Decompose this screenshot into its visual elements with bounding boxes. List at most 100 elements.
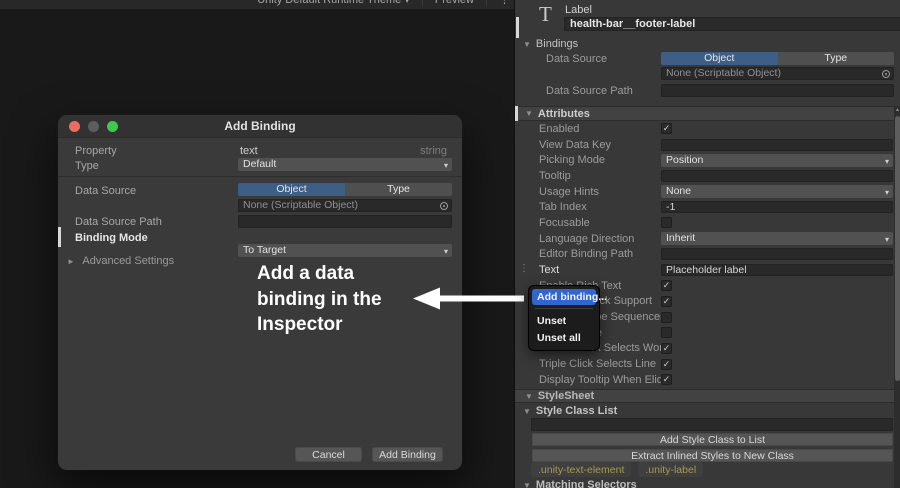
binding-mode-label: Binding Mode	[75, 232, 148, 244]
data-source-object-field[interactable]: None (Scriptable Object)	[238, 199, 452, 212]
add-binding-button[interactable]: Add Binding	[372, 447, 443, 462]
chevron-down-icon: ▾	[443, 161, 448, 170]
toolbar-divider	[421, 0, 423, 6]
drag-handle-icon[interactable]: ⋮	[519, 263, 529, 274]
unity-ui-builder-screen: Unity Default Runtime Theme ▾ Preview ⋮ …	[0, 0, 900, 488]
attr-label: View Data Key	[539, 138, 611, 151]
text-input[interactable]: Placeholder label	[661, 264, 893, 277]
class-pill[interactable]: .unity-label	[638, 462, 704, 477]
element-name-input[interactable]: health-bar__footer-label	[564, 17, 900, 31]
toolbar-divider	[486, 0, 487, 6]
override-bar	[515, 106, 518, 121]
attr-row-enabled: Enabled ✓	[515, 121, 895, 137]
object-tab[interactable]: Object	[661, 52, 778, 65]
type-tab[interactable]: Type	[345, 183, 452, 196]
scroll-up-icon[interactable]: ▲	[894, 107, 900, 113]
is-selectable-checkbox[interactable]	[661, 327, 672, 339]
attr-label: Text	[539, 264, 560, 277]
add-style-class-button[interactable]: Add Style Class to List	[532, 433, 893, 446]
object-field-value: None (Scriptable Object)	[243, 199, 358, 211]
divider	[58, 176, 462, 177]
attr-row-tab-index: Tab Index -1	[515, 199, 895, 215]
override-bar	[58, 227, 61, 247]
attributes-section-header[interactable]: ▼ Attributes	[515, 106, 900, 121]
scrollbar-thumb[interactable]	[895, 116, 900, 381]
annotation-line: Inspector	[257, 314, 343, 335]
class-pill[interactable]: .unity-text-element	[531, 462, 632, 477]
display-tooltip-checkbox[interactable]: ✓	[661, 374, 672, 386]
advanced-settings-foldout[interactable]: ► Advanced Settings	[67, 255, 174, 267]
menu-item-unset[interactable]: Unset	[529, 312, 599, 329]
menu-divider	[535, 308, 593, 309]
style-class-input[interactable]	[531, 418, 893, 431]
dropdown-value: None	[666, 185, 692, 198]
data-source-object-field[interactable]: None (Scriptable Object)	[661, 67, 894, 80]
theme-dropdown-label: Unity Default Runtime Theme	[257, 0, 402, 6]
view-data-key-input[interactable]	[661, 138, 893, 151]
attr-label: Triple Click Selects Line	[539, 358, 656, 371]
more-menu-icon[interactable]: ⋮	[499, 0, 510, 6]
foldout-open-icon: ▼	[523, 39, 531, 49]
binding-mode-dropdown[interactable]: To Target ▾	[238, 244, 452, 257]
menu-item-add-binding[interactable]: Add binding...	[532, 289, 607, 305]
tab-index-input[interactable]: -1	[661, 201, 893, 214]
object-picker-icon[interactable]	[440, 201, 448, 210]
type-label: Type	[75, 160, 99, 172]
double-click-checkbox[interactable]: ✓	[661, 342, 672, 354]
tooltip-input[interactable]	[661, 169, 893, 182]
stylesheet-section-header[interactable]: ▼ StyleSheet	[515, 389, 900, 403]
data-source-path-input[interactable]	[661, 84, 894, 97]
theme-dropdown[interactable]: Unity Default Runtime Theme ▾	[257, 0, 410, 6]
label-type-icon: T	[539, 2, 552, 26]
inspector-scrollbar[interactable]: ▲	[894, 106, 900, 488]
enable-rich-text-checkbox[interactable]: ✓	[661, 280, 672, 292]
annotation-arrow-icon	[413, 287, 524, 310]
data-source-path-label: Data Source Path	[75, 216, 162, 228]
chevron-down-icon: ▾	[884, 156, 889, 166]
stylesheet-section-label: StyleSheet	[537, 390, 595, 402]
type-dropdown[interactable]: Default ▾	[238, 158, 452, 171]
object-field-value: None (Scriptable Object)	[666, 67, 781, 79]
dialog-titlebar[interactable]: Add Binding	[58, 115, 462, 138]
dropdown-value: To Target	[243, 244, 286, 256]
extract-styles-button[interactable]: Extract Inlined Styles to New Class	[532, 449, 893, 462]
data-source-path-input[interactable]	[238, 215, 452, 228]
chevron-down-icon: ▾	[884, 235, 889, 245]
dropdown-value: Position	[666, 153, 704, 166]
data-source-label: Data Source	[75, 185, 137, 197]
preview-button[interactable]: Preview	[435, 0, 474, 6]
attr-row-triple-click: Triple Click Selects Line ✓	[515, 356, 895, 372]
picking-mode-dropdown[interactable]: Position ▾	[661, 153, 893, 167]
attr-label: Enabled	[539, 122, 580, 135]
focusable-checkbox[interactable]	[661, 217, 672, 229]
cancel-button[interactable]: Cancel	[295, 447, 362, 462]
dropdown-value: Inherit	[666, 232, 696, 245]
enabled-checkbox[interactable]: ✓	[661, 123, 672, 135]
usage-hints-dropdown[interactable]: None ▾	[661, 185, 893, 199]
property-label: Property	[75, 145, 117, 157]
style-class-list-foldout[interactable]: ▼ Style Class List	[523, 405, 617, 417]
object-tab[interactable]: Object	[238, 183, 345, 196]
triple-click-checkbox[interactable]: ✓	[661, 358, 672, 370]
matching-selectors-foldout[interactable]: ▼ Matching Selectors	[523, 479, 637, 488]
data-source-label: Data Source	[546, 53, 608, 65]
language-direction-dropdown[interactable]: Inherit ▾	[661, 232, 893, 246]
menu-item-unset-all[interactable]: Unset all	[529, 329, 599, 346]
bindings-foldout[interactable]: ▼ Bindings	[523, 38, 578, 50]
element-type-label: Label	[565, 4, 592, 16]
object-picker-icon[interactable]	[882, 69, 890, 78]
foldout-open-icon: ▼	[523, 480, 531, 488]
emoji-fallback-checkbox[interactable]: ✓	[661, 295, 672, 307]
editor-binding-path-input[interactable]	[661, 248, 893, 261]
foldout-closed-icon: ►	[67, 257, 75, 266]
attr-row-picking-mode: Picking Mode Position ▾	[515, 152, 895, 168]
dialog-title: Add Binding	[224, 119, 296, 133]
parse-escape-checkbox[interactable]	[661, 311, 672, 323]
annotation-line: Add a data	[257, 263, 355, 284]
attr-label: Picking Mode	[539, 154, 606, 167]
attr-label: Usage Hints	[539, 185, 599, 198]
type-tab[interactable]: Type	[777, 52, 894, 65]
data-source-toggle: Object Type	[238, 183, 452, 196]
matching-selectors-label: Matching Selectors	[535, 479, 637, 488]
chevron-down-icon: ▾	[884, 188, 889, 198]
